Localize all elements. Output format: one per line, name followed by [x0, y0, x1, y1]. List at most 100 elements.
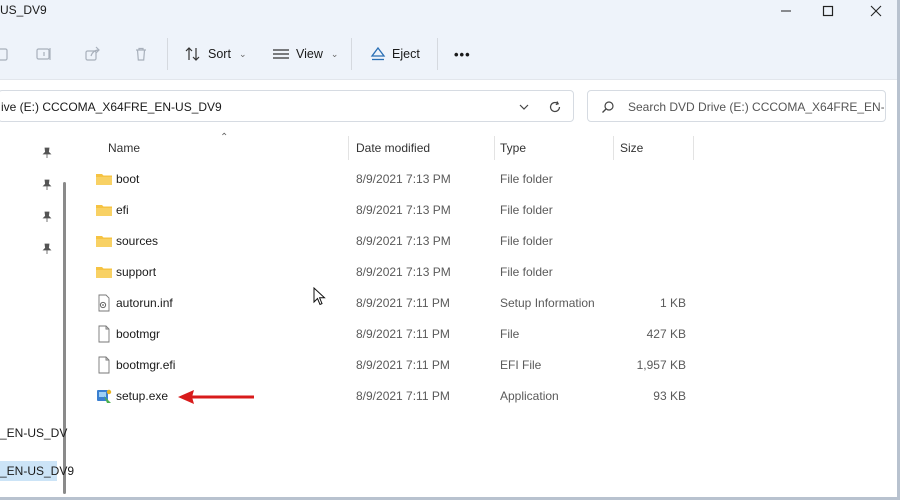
file-date: 8/9/2021 7:13 PM	[356, 265, 451, 279]
file-type: File folder	[500, 203, 553, 217]
setup-exe-icon	[97, 389, 112, 403]
file-name: boot	[116, 172, 140, 186]
file-type: Application	[500, 389, 559, 403]
more-options-icon: •••	[454, 46, 471, 62]
file-name: bootmgr.efi	[116, 358, 176, 372]
maximize-icon	[822, 5, 834, 17]
file-size: 1,957 KB	[636, 358, 686, 372]
eject-label: Eject	[392, 47, 420, 61]
file-type: File folder	[500, 265, 553, 279]
copy-button[interactable]	[0, 44, 12, 64]
column-divider[interactable]	[494, 136, 495, 160]
close-icon	[870, 5, 882, 17]
title-bar: US_DV9	[0, 0, 900, 28]
column-header-size[interactable]: Size	[620, 141, 643, 155]
share-button[interactable]	[83, 44, 103, 64]
command-separator	[167, 38, 168, 70]
address-history-dropdown[interactable]	[513, 97, 535, 117]
folder-icon	[96, 174, 112, 185]
file-name: support	[116, 265, 157, 279]
file-date: 8/9/2021 7:11 PM	[356, 358, 450, 372]
refresh-button[interactable]	[544, 97, 566, 117]
pin-icon[interactable]	[40, 210, 54, 224]
search-placeholder: Search DVD Drive (E:) CCCOMA_X64FRE_EN-U…	[628, 100, 884, 114]
minimize-icon	[781, 10, 791, 12]
search-input[interactable]: Search DVD Drive (E:) CCCOMA_X64FRE_EN-U…	[587, 90, 886, 122]
column-header-type[interactable]: Type	[500, 141, 526, 155]
file-size: 427 KB	[646, 327, 686, 341]
chevron-down-icon: ⌄	[238, 48, 247, 59]
folder-icon	[96, 205, 112, 216]
file-size: 1 KB	[659, 296, 686, 310]
file-icon	[98, 325, 110, 343]
minimize-button[interactable]	[766, 0, 806, 22]
pin-icon[interactable]	[40, 178, 54, 192]
file-date: 8/9/2021 7:13 PM	[356, 203, 451, 217]
chevron-down-icon	[519, 104, 529, 110]
file-type: File folder	[500, 234, 553, 248]
sort-ascending-icon: ⌃	[220, 132, 229, 143]
file-row[interactable]: bootmgr 8/9/2021 7:11 PM File 427 KB	[92, 321, 692, 347]
nav-scrollbar[interactable]	[63, 182, 66, 494]
file-type: EFI File	[500, 358, 542, 372]
maximize-button[interactable]	[808, 0, 848, 22]
window-title: US_DV9	[0, 3, 47, 17]
search-icon	[602, 101, 614, 113]
pin-icon[interactable]	[40, 242, 54, 256]
column-divider[interactable]	[613, 136, 614, 160]
file-date: 8/9/2021 7:13 PM	[356, 234, 451, 248]
column-header-name[interactable]: Name	[108, 141, 140, 155]
command-separator	[351, 38, 352, 70]
file-date: 8/9/2021 7:11 PM	[356, 327, 450, 341]
file-type: File folder	[500, 172, 553, 186]
delete-button[interactable]	[131, 44, 151, 64]
navigation-pane: _EN-US_DV _EN-US_DV9	[0, 132, 76, 500]
address-row: ive (E:) CCCOMA_X64FRE_EN-US_DV9 Search …	[0, 80, 900, 132]
file-row[interactable]: support 8/9/2021 7:13 PM File folder	[92, 259, 692, 285]
file-icon	[98, 356, 110, 374]
file-name: autorun.inf	[116, 296, 173, 310]
file-row[interactable]: efi 8/9/2021 7:13 PM File folder	[92, 197, 692, 223]
address-bar[interactable]: ive (E:) CCCOMA_X64FRE_EN-US_DV9	[0, 90, 574, 122]
setup-info-file-icon	[98, 294, 110, 312]
column-divider[interactable]	[693, 136, 694, 160]
file-date: 8/9/2021 7:13 PM	[356, 172, 451, 186]
file-name: sources	[116, 234, 159, 248]
address-path: ive (E:) CCCOMA_X64FRE_EN-US_DV9	[1, 100, 222, 114]
folder-icon	[96, 236, 112, 247]
column-divider[interactable]	[348, 136, 349, 160]
file-row[interactable]: autorun.inf 8/9/2021 7:11 PM Setup Infor…	[92, 290, 692, 316]
copy-icon	[0, 48, 8, 61]
file-name: efi	[116, 203, 129, 217]
refresh-icon	[549, 101, 561, 113]
sort-label: Sort	[208, 47, 231, 61]
sort-button[interactable]: Sort ⌄	[184, 42, 246, 66]
command-bar: Sort ⌄ View ⌄ Eject •••	[0, 28, 900, 80]
file-name: setup.exe	[116, 389, 169, 403]
file-date: 8/9/2021 7:11 PM	[356, 296, 450, 310]
annotation-arrow-icon	[178, 390, 254, 404]
file-type: Setup Information	[500, 296, 595, 310]
file-row[interactable]: boot 8/9/2021 7:13 PM File folder	[92, 166, 692, 192]
column-header-date[interactable]: Date modified	[356, 141, 430, 155]
close-button[interactable]	[856, 0, 896, 22]
view-button[interactable]: View ⌄	[272, 42, 338, 66]
nav-item-drive[interactable]: _EN-US_DV	[0, 423, 67, 443]
file-row[interactable]: bootmgr.efi 8/9/2021 7:11 PM EFI File 1,…	[92, 352, 692, 378]
view-icon	[273, 49, 289, 59]
command-separator	[437, 38, 438, 70]
more-options-button[interactable]: •••	[454, 42, 471, 66]
eject-icon	[370, 46, 386, 61]
file-size: 93 KB	[653, 389, 686, 403]
pin-icon[interactable]	[40, 146, 54, 160]
share-icon	[85, 46, 100, 61]
file-type: File	[500, 327, 520, 341]
sort-icon	[185, 47, 200, 61]
eject-button[interactable]: Eject	[370, 42, 420, 66]
nav-item-drive-selected[interactable]: _EN-US_DV9	[0, 461, 74, 481]
chevron-down-icon: ⌄	[330, 48, 339, 59]
rename-button[interactable]	[34, 44, 54, 64]
file-row[interactable]: sources 8/9/2021 7:13 PM File folder	[92, 228, 692, 254]
folder-icon	[96, 267, 112, 278]
trash-icon	[136, 47, 146, 61]
